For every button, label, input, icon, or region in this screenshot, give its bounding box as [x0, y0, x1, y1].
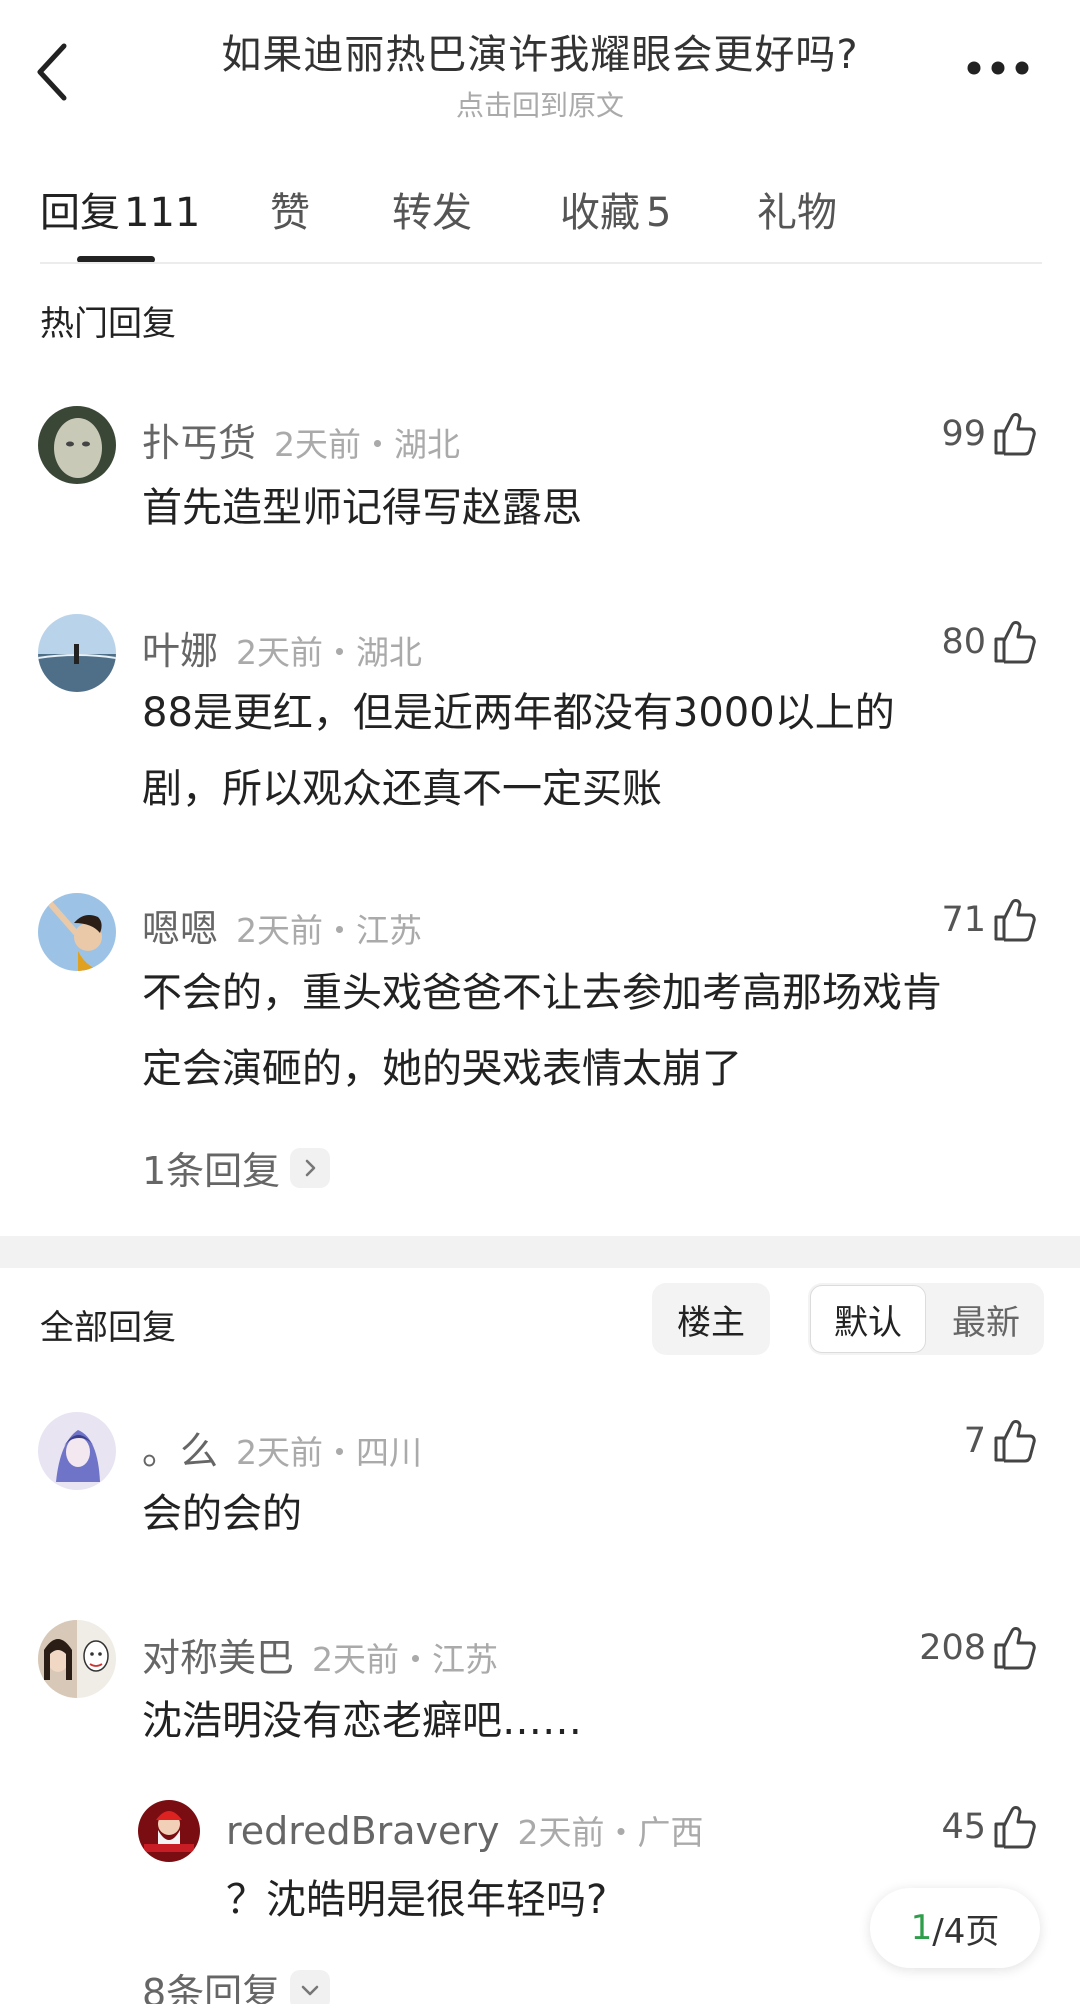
- like-count: 45: [941, 1807, 986, 1847]
- avatar[interactable]: [38, 614, 116, 692]
- like-count: 99: [941, 414, 986, 454]
- like-count: 71: [941, 900, 986, 940]
- page-title[interactable]: 如果迪丽热巴演许我耀眼会更好吗?: [160, 22, 920, 80]
- username[interactable]: 扑丐货: [142, 421, 256, 465]
- more-button[interactable]: [965, 55, 1031, 81]
- timestamp-location: 2天前・湖北: [236, 633, 423, 672]
- tab-favorites[interactable]: 收藏 5: [560, 180, 671, 238]
- avatar[interactable]: [38, 406, 116, 484]
- reply-text: ？沈皓明是很年轻吗?: [226, 1877, 608, 1923]
- tab-likes[interactable]: 赞: [270, 180, 310, 238]
- current-page: 1: [910, 1908, 933, 1948]
- sort-default-button[interactable]: 默认: [810, 1285, 926, 1353]
- section-separator: [0, 1236, 1080, 1268]
- like-count: 208: [919, 1628, 986, 1668]
- back-to-original-link[interactable]: 点击回到原文: [160, 84, 920, 124]
- like-count: 7: [963, 1421, 986, 1461]
- sort-toggle: 默认 最新: [808, 1283, 1044, 1355]
- timestamp-location: 2天前・江苏: [236, 911, 423, 950]
- hot-replies-title: 热门回复: [40, 304, 176, 344]
- tab-bar: 回复 111 赞 转发 收藏 5 礼物: [0, 170, 1080, 265]
- top-bar: 如果迪丽热巴演许我耀眼会更好吗? 点击回到原文: [0, 0, 1080, 135]
- tab-label: 礼物: [757, 190, 837, 236]
- tab-label: 收藏: [560, 190, 640, 236]
- back-button[interactable]: [28, 36, 78, 106]
- view-replies-link[interactable]: 8条回复: [142, 1962, 331, 2004]
- comment-text: 首先造型师记得写赵露思: [142, 485, 582, 531]
- all-replies-title: 全部回复: [40, 1308, 176, 1348]
- total-pages: /4页: [932, 1911, 1000, 1952]
- username[interactable]: redredBravery: [226, 1809, 500, 1853]
- filter-owner-button[interactable]: 楼主: [652, 1283, 770, 1355]
- tab-count: 111: [124, 190, 201, 236]
- username[interactable]: 。么: [142, 1429, 218, 1473]
- thumbs-up-icon: [994, 1420, 1036, 1463]
- avatar[interactable]: [38, 1412, 116, 1490]
- view-replies-link[interactable]: 1条回复: [142, 1140, 331, 1195]
- tab-gifts[interactable]: 礼物: [757, 180, 837, 238]
- timestamp-location: 2天前・四川: [236, 1433, 423, 1472]
- chevron-left-icon: [37, 43, 67, 101]
- replies-count-label: 8条回复: [142, 1971, 281, 2004]
- comment-meta: redredBravery 2天前・广西: [226, 1806, 704, 1854]
- tab-count: 5: [646, 190, 672, 236]
- timestamp-location: 2天前・湖北: [274, 425, 461, 464]
- comment-meta: 对称美巴 2天前・江苏: [142, 1627, 498, 1682]
- comment-line: 剧，所以观众还真不一定买账: [142, 766, 662, 812]
- thumbs-up-icon: [994, 899, 1036, 942]
- tab-label: 回复: [40, 190, 120, 236]
- comment-text: 不会的，重头戏爸爸不让去参加考高那场戏肯 定会演砸的，她的哭戏表情太崩了: [142, 955, 942, 1107]
- more-dots-icon: [967, 61, 1029, 75]
- tab-replies[interactable]: 回复 111: [40, 180, 200, 238]
- timestamp-location: 2天前・江苏: [312, 1640, 499, 1679]
- username[interactable]: 嗯嗯: [142, 907, 218, 951]
- chevron-right-icon: [290, 1147, 331, 1188]
- comment-line: 不会的，重头戏爸爸不让去参加考高那场戏肯: [142, 970, 942, 1016]
- comment-meta: 嗯嗯 2天前・江苏: [142, 898, 422, 953]
- comment-text: 会的会的: [142, 1491, 302, 1537]
- username[interactable]: 对称美巴: [142, 1636, 294, 1680]
- timestamp-location: 2天前・广西: [517, 1813, 704, 1852]
- like-button[interactable]: 7: [964, 1416, 1036, 1466]
- like-button[interactable]: 71: [941, 895, 1036, 945]
- comment-meta: 。么 2天前・四川: [142, 1420, 422, 1475]
- divider: [40, 262, 1042, 264]
- comment-meta: 扑丐货 2天前・湖北: [142, 412, 460, 467]
- like-button[interactable]: 99: [941, 409, 1036, 459]
- like-button[interactable]: 80: [941, 617, 1036, 667]
- like-button[interactable]: 45: [941, 1802, 1036, 1852]
- like-button[interactable]: 208: [919, 1623, 1036, 1673]
- sort-newest-button[interactable]: 最新: [928, 1285, 1044, 1353]
- like-count: 80: [941, 622, 986, 662]
- thumbs-up-icon: [994, 621, 1036, 664]
- comment-meta: 叶娜 2天前・湖北: [142, 620, 422, 675]
- avatar[interactable]: [38, 893, 116, 971]
- thumbs-up-icon: [994, 1806, 1036, 1849]
- username[interactable]: 叶娜: [142, 629, 218, 673]
- page-indicator[interactable]: 1/4页: [870, 1888, 1040, 1968]
- thumbs-up-icon: [994, 1627, 1036, 1670]
- comment-line: 定会演砸的，她的哭戏表情太崩了: [142, 1046, 742, 1092]
- tab-label: 赞: [270, 190, 310, 236]
- thumbs-up-icon: [994, 413, 1036, 456]
- comment-text: 88是更红，但是近两年都没有3000以上的 剧，所以观众还真不一定买账: [142, 675, 895, 827]
- comment-text: 沈浩明没有恋老癖吧……: [142, 1698, 582, 1744]
- avatar[interactable]: [38, 1620, 116, 1698]
- comment-line: 88是更红，但是近两年都没有3000以上的: [142, 690, 895, 736]
- replies-count-label: 1条回复: [142, 1149, 281, 1193]
- tab-reposts[interactable]: 转发: [392, 180, 472, 238]
- avatar[interactable]: [138, 1800, 200, 1862]
- tab-label: 转发: [392, 190, 472, 236]
- chevron-down-icon: [290, 1969, 331, 2004]
